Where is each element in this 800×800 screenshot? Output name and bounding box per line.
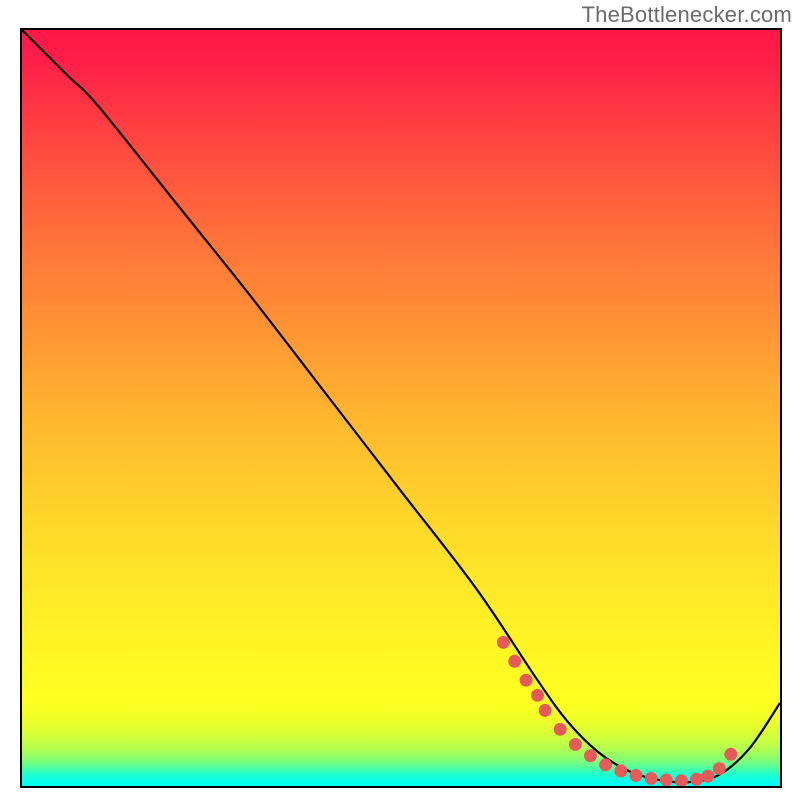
scatter-point xyxy=(690,773,703,786)
scatter-point xyxy=(569,738,582,751)
main-line-series xyxy=(22,30,780,783)
scatter-point xyxy=(508,655,521,668)
scatter-point xyxy=(531,689,544,702)
scatter-point xyxy=(645,772,658,785)
scatter-point xyxy=(520,674,533,687)
scatter-point xyxy=(629,769,642,782)
scatter-point xyxy=(702,770,715,783)
scatter-point xyxy=(539,704,552,717)
chart-svg xyxy=(22,30,780,786)
scatter-markers xyxy=(497,636,737,786)
scatter-point xyxy=(675,774,688,786)
scatter-point xyxy=(724,748,737,761)
scatter-point xyxy=(614,764,627,777)
scatter-point xyxy=(713,762,726,775)
scatter-point xyxy=(599,758,612,771)
chart-area xyxy=(20,28,782,788)
scatter-point xyxy=(497,636,510,649)
scatter-point xyxy=(660,773,673,786)
watermark-text: TheBottlenecker.com xyxy=(582,2,792,28)
scatter-point xyxy=(584,749,597,762)
scatter-point xyxy=(554,723,567,736)
